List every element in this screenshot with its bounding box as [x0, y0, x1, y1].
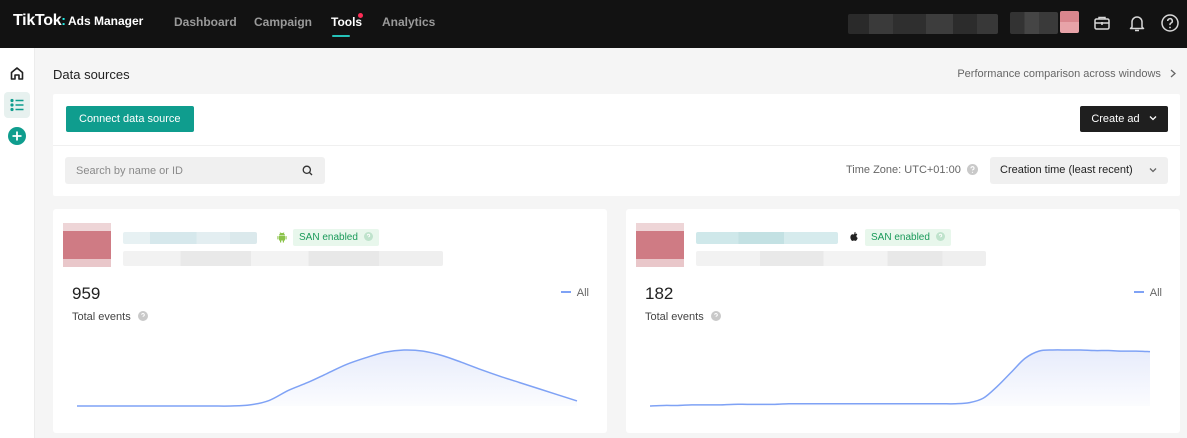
performance-comparison-link[interactable]: Performance comparison across windows — [957, 68, 1177, 80]
bell-icon[interactable] — [1126, 12, 1148, 34]
apple-icon — [850, 231, 858, 241]
total-events-label: Total events — [72, 311, 148, 323]
help-icon[interactable] — [1159, 12, 1181, 34]
legend-swatch — [560, 291, 571, 293]
chart-legend[interactable]: All — [560, 287, 589, 299]
android-icon — [277, 232, 287, 243]
sort-selected-value: Creation time (least recent) — [1000, 164, 1133, 176]
nav-tools[interactable]: Tools — [331, 15, 362, 29]
app-name-redacted — [123, 232, 257, 244]
add-icon[interactable] — [4, 123, 30, 149]
timezone-help-icon[interactable] — [967, 164, 978, 175]
home-icon[interactable] — [4, 60, 30, 86]
app-icon-redacted — [63, 223, 111, 267]
tiktok-ads-manager-logo[interactable]: TikTok: Ads Manager — [13, 12, 143, 30]
brand-suffix: Ads Manager — [67, 14, 144, 28]
data-source-card-android[interactable]: SAN enabled 959 Total events All — [53, 209, 607, 433]
help-icon[interactable] — [935, 232, 945, 241]
data-source-card-ios[interactable]: SAN enabled 182 Total events All — [626, 209, 1180, 433]
account-avatar[interactable] — [1060, 11, 1079, 33]
nav-campaign[interactable]: Campaign — [254, 15, 312, 29]
app-name-redacted — [696, 232, 838, 244]
events-trend-chart — [76, 349, 578, 407]
help-icon[interactable] — [137, 311, 148, 321]
list-icon[interactable] — [4, 92, 30, 118]
left-sidebar — [0, 48, 35, 438]
san-enabled-badge: SAN enabled — [865, 229, 951, 246]
san-enabled-badge: SAN enabled — [293, 229, 379, 246]
app-icon-redacted — [636, 223, 684, 267]
top-navigation-bar: TikTok: Ads Manager Dashboard Campaign To… — [0, 0, 1187, 48]
sort-select[interactable]: Creation time (least recent) — [990, 157, 1168, 184]
performance-comparison-label: Performance comparison across windows — [957, 68, 1161, 80]
account-id-redacted[interactable] — [1010, 12, 1058, 34]
app-id-redacted — [123, 251, 443, 266]
chart-area-fill — [650, 349, 1150, 406]
chevron-down-icon — [1149, 116, 1157, 121]
page-title: Data sources — [53, 67, 130, 82]
total-events-label: Total events — [645, 311, 721, 323]
legend-label: All — [1149, 287, 1162, 299]
chevron-down-icon — [1149, 168, 1157, 173]
nav-analytics[interactable]: Analytics — [382, 15, 435, 29]
san-enabled-label: SAN enabled — [299, 232, 358, 243]
create-ad-button[interactable]: Create ad — [1080, 106, 1168, 132]
nav-dashboard[interactable]: Dashboard — [174, 15, 237, 29]
toolbar-divider — [53, 145, 1180, 146]
brand-name: TikTok — [13, 12, 62, 29]
legend-swatch — [1133, 291, 1144, 293]
help-icon[interactable] — [710, 311, 721, 321]
tools-notification-dot — [358, 13, 363, 18]
chevron-right-icon — [1170, 69, 1176, 78]
chart-legend[interactable]: All — [1133, 287, 1162, 299]
chart-area-fill — [77, 349, 577, 407]
briefcase-icon[interactable] — [1091, 12, 1113, 34]
search-input[interactable] — [76, 163, 291, 178]
active-tab-indicator — [332, 35, 350, 37]
app-id-redacted — [696, 251, 986, 266]
brand-dot: : — [61, 12, 66, 28]
event-count: 182 — [645, 284, 674, 303]
create-ad-label: Create ad — [1091, 113, 1140, 125]
connect-data-source-button[interactable]: Connect data source — [66, 106, 194, 132]
san-enabled-label: SAN enabled — [871, 232, 930, 243]
search-box — [65, 157, 325, 184]
total-events-text: Total events — [72, 311, 131, 323]
search-icon[interactable] — [302, 165, 313, 176]
events-trend-chart — [649, 349, 1151, 407]
timezone-label: Time Zone: UTC+01:00 — [846, 164, 961, 176]
help-icon[interactable] — [363, 232, 373, 241]
account-name-redacted[interactable] — [848, 14, 998, 34]
legend-label: All — [576, 287, 589, 299]
total-events-text: Total events — [645, 311, 704, 323]
event-count: 959 — [72, 284, 101, 303]
data-sources-toolbar: Connect data source Create ad Time Zone:… — [53, 94, 1180, 196]
